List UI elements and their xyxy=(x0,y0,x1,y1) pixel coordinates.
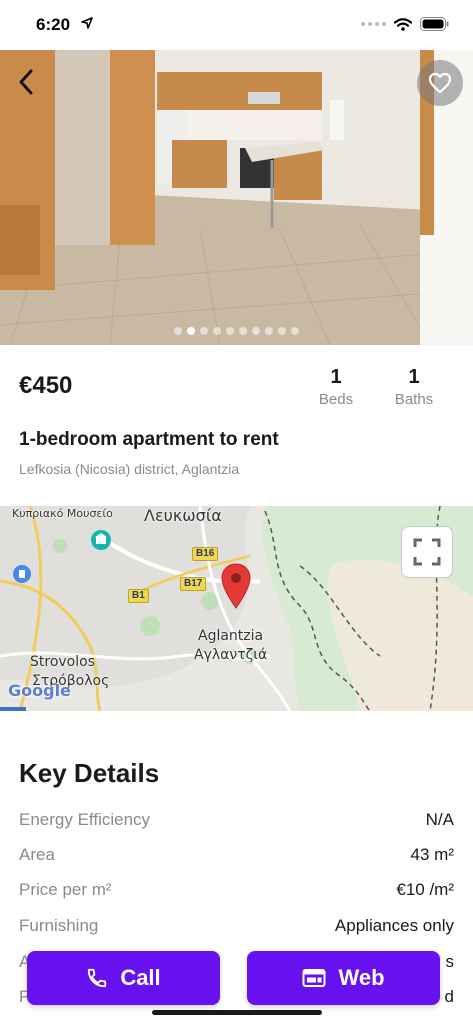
listing-photo-carousel[interactable] xyxy=(0,50,473,345)
web-button[interactable]: Web xyxy=(247,951,440,1005)
google-logo: Google xyxy=(8,681,71,700)
signal-dots-icon xyxy=(361,22,386,26)
favorite-button[interactable] xyxy=(417,60,463,106)
fullscreen-icon xyxy=(413,538,441,566)
road-badge-b16: B16 xyxy=(192,547,219,561)
detail-value: €10 /m² xyxy=(396,880,454,899)
beds-stat: 1 Beds xyxy=(301,366,371,408)
map-label-aglantzia-gr: Αγλαντζιά xyxy=(194,647,268,663)
pager-dot[interactable] xyxy=(239,327,247,335)
web-button-label: Web xyxy=(338,965,385,990)
back-button[interactable] xyxy=(10,66,42,98)
detail-value: s xyxy=(445,952,455,971)
pager-dot[interactable] xyxy=(252,327,260,335)
map-fullscreen-button[interactable] xyxy=(401,526,453,578)
detail-row-price-per-m2: Price per m² €10 /m² xyxy=(19,880,454,900)
listing-title: 1-bedroom apartment to rent xyxy=(19,429,279,450)
baths-label: Baths xyxy=(394,391,434,408)
detail-label: Area xyxy=(19,845,55,864)
location-arrow-icon xyxy=(81,17,93,29)
detail-value: Appliances only xyxy=(334,916,454,935)
call-button-label: Call xyxy=(120,965,161,990)
map-label-strovolos: Strovolos xyxy=(30,654,95,670)
photo-pager-dots xyxy=(0,327,473,335)
road-badge-b17: B17 xyxy=(180,577,207,591)
map-label-museum: Κυπριακό Μουσείο xyxy=(12,507,113,520)
detail-row-energy: Energy Efficiency N/A xyxy=(19,810,454,830)
pager-dot[interactable] xyxy=(200,327,208,335)
museum-icon xyxy=(91,530,111,550)
beds-label: Beds xyxy=(318,391,354,408)
baths-stat: 1 Baths xyxy=(379,366,449,408)
baths-count: 1 xyxy=(408,366,420,388)
pager-dot[interactable] xyxy=(226,327,234,335)
road-badge-b1: B1 xyxy=(128,589,149,603)
back-chevron-icon xyxy=(19,69,33,95)
listing-price: €450 xyxy=(19,372,73,399)
listing-location: Lefkosia (Nicosia) district, Aglantzia xyxy=(19,461,240,477)
detail-value: d xyxy=(444,987,454,1006)
detail-label: Price per m² xyxy=(19,880,112,899)
location-map[interactable]: Κυπριακό Μουσείο Λευκωσία Aglantzia Αγλα… xyxy=(0,506,473,711)
detail-label: Energy Efficiency xyxy=(19,810,151,829)
call-button[interactable]: Call xyxy=(27,951,220,1005)
map-pin-icon[interactable] xyxy=(221,563,251,609)
beds-count: 1 xyxy=(330,366,342,388)
status-time: 6:20 xyxy=(36,15,71,34)
map-label-city: Λευκωσία xyxy=(144,506,222,525)
battery-icon xyxy=(420,17,449,31)
listing-photo xyxy=(0,50,473,345)
home-indicator[interactable] xyxy=(152,1010,322,1015)
detail-label: Furnishing xyxy=(19,916,99,935)
detail-row-area: Area 43 m² xyxy=(19,845,454,865)
pager-dot[interactable] xyxy=(187,327,195,335)
map-label-aglantzia: Aglantzia xyxy=(198,628,264,644)
pager-dot[interactable] xyxy=(291,327,299,335)
pager-dot[interactable] xyxy=(278,327,286,335)
status-indicators xyxy=(361,17,449,31)
wifi-icon xyxy=(394,17,412,31)
pager-dot[interactable] xyxy=(213,327,221,335)
heart-icon xyxy=(428,72,452,94)
pager-dot[interactable] xyxy=(174,327,182,335)
place-marker-icon xyxy=(13,565,31,583)
pager-dot[interactable] xyxy=(265,327,273,335)
detail-value: N/A xyxy=(425,810,454,829)
status-bar: 6:20 xyxy=(0,0,473,50)
key-details-heading: Key Details xyxy=(19,758,160,788)
detail-row-furnishing: Furnishing Appliances only xyxy=(19,916,454,936)
web-icon xyxy=(302,969,326,987)
phone-icon xyxy=(88,968,107,988)
detail-value: 43 m² xyxy=(410,845,454,864)
